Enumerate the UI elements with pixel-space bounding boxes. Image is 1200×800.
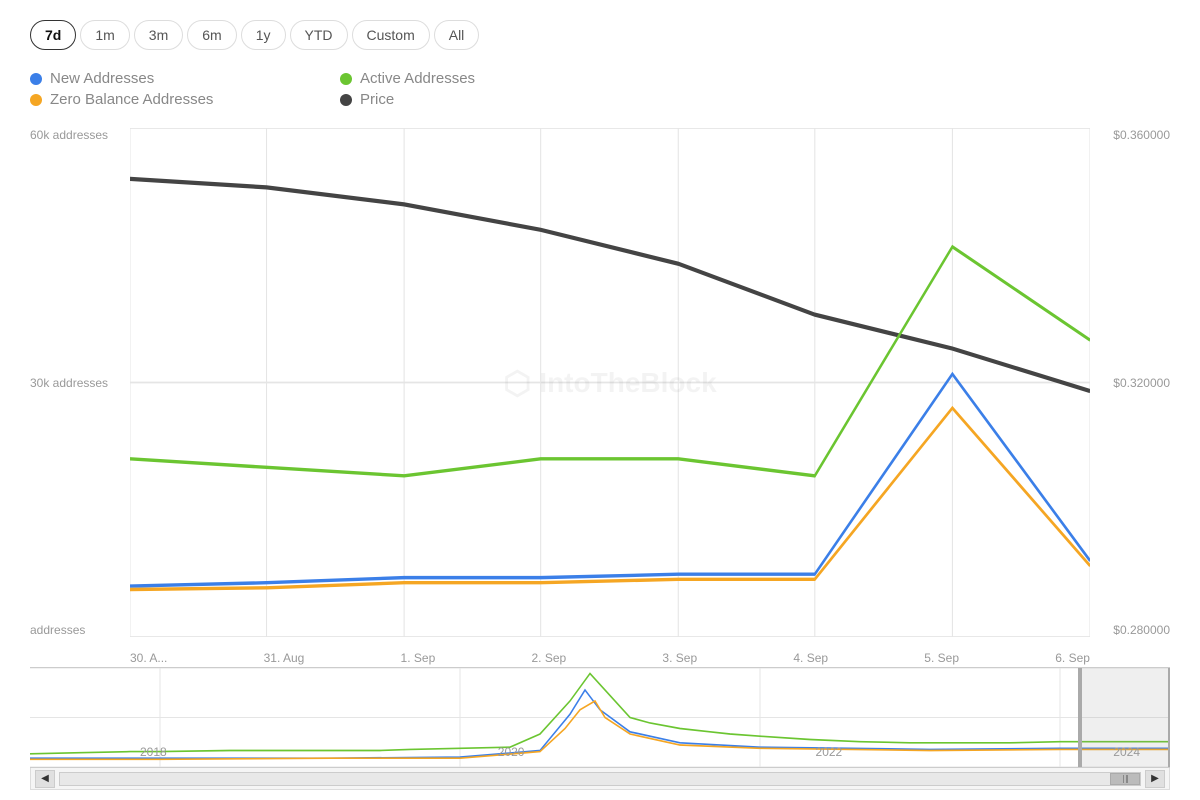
x-label-3sep: 3. Sep [662, 651, 697, 665]
legend-label-zero: Zero Balance Addresses [50, 91, 213, 108]
y-label-280: $0.280000 [1113, 623, 1170, 637]
grip-line-1 [1123, 775, 1125, 783]
x-label-5sep: 5. Sep [924, 651, 959, 665]
new-addresses-line [130, 374, 1090, 586]
scroll-right-button[interactable]: ▶ [1145, 770, 1165, 788]
main-container: 7d 1m 3m 6m 1y YTD Custom All New Addres… [0, 0, 1200, 800]
btn-3m[interactable]: 3m [134, 20, 183, 50]
legend-dot-active [340, 73, 352, 85]
scroll-left-button[interactable]: ◀ [35, 770, 55, 788]
y-label-360: $0.360000 [1113, 128, 1170, 142]
btn-all[interactable]: All [434, 20, 480, 50]
legend-label-price: Price [360, 91, 394, 108]
y-label-30k: 30k addresses [30, 376, 108, 390]
scroll-track[interactable] [59, 772, 1141, 786]
legend-label-new: New Addresses [50, 70, 154, 87]
legend-item-active: Active Addresses [340, 70, 630, 87]
legend-dot-zero [30, 94, 42, 106]
legend-dot-price [340, 94, 352, 106]
x-label-1sep: 1. Sep [401, 651, 436, 665]
grip-line-2 [1126, 775, 1128, 783]
legend-item-price: Price [340, 91, 630, 108]
chart-legend: New Addresses Active Addresses Zero Bala… [30, 70, 630, 108]
x-label-30aug: 30. A... [130, 651, 167, 665]
btn-1m[interactable]: 1m [80, 20, 129, 50]
y-label-320: $0.320000 [1113, 376, 1170, 390]
btn-7d[interactable]: 7d [30, 20, 76, 50]
btn-6m[interactable]: 6m [187, 20, 236, 50]
btn-custom[interactable]: Custom [352, 20, 430, 50]
price-line [130, 179, 1090, 391]
btn-1y[interactable]: 1y [241, 20, 286, 50]
x-label-6sep: 6. Sep [1055, 651, 1090, 665]
x-label-4sep: 4. Sep [793, 651, 828, 665]
legend-label-active: Active Addresses [360, 70, 475, 87]
x-label-31aug: 31. Aug [264, 651, 305, 665]
mini-chart-svg [30, 668, 1170, 767]
y-label-60k: 60k addresses [30, 128, 108, 142]
legend-dot-new [30, 73, 42, 85]
active-addresses-line [130, 247, 1090, 476]
scrollbar[interactable]: ◀ ▶ [30, 768, 1170, 790]
btn-ytd[interactable]: YTD [290, 20, 348, 50]
legend-item-zero: Zero Balance Addresses [30, 91, 320, 108]
legend-item-new: New Addresses [30, 70, 320, 87]
y-axis-left: 60k addresses 30k addresses addresses [30, 128, 108, 637]
x-axis-labels: 30. A... 31. Aug 1. Sep 2. Sep 3. Sep 4.… [130, 651, 1090, 665]
x-label-2sep: 2. Sep [531, 651, 566, 665]
y-axis-right: $0.360000 $0.320000 $0.280000 [1113, 128, 1170, 637]
mini-chart: 2018 2020 2022 2024 [30, 668, 1170, 768]
time-range-bar: 7d 1m 3m 6m 1y YTD Custom All [30, 20, 1170, 50]
zero-balance-line [130, 408, 1090, 590]
main-chart: 60k addresses 30k addresses addresses $0… [30, 128, 1170, 668]
chart-area: 60k addresses 30k addresses addresses $0… [30, 128, 1170, 790]
main-chart-svg [130, 128, 1090, 637]
scroll-thumb[interactable] [1110, 773, 1140, 785]
y-label-0: addresses [30, 623, 108, 637]
chart-svg-container: ⬡ IntoTheBlock [130, 128, 1090, 637]
